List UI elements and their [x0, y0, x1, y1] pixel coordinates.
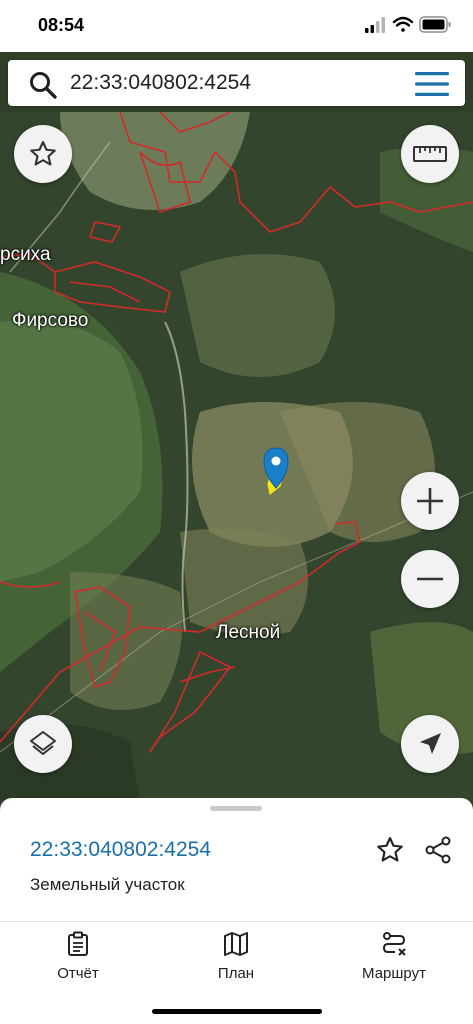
star-icon — [377, 837, 403, 862]
map-plan-icon — [224, 932, 248, 956]
tab-plan[interactable]: План — [176, 931, 296, 991]
tab-report-label: Отчёт — [57, 965, 99, 982]
hamburger-menu-icon[interactable] — [415, 71, 449, 97]
tab-report[interactable]: Отчёт — [18, 931, 138, 991]
navigation-arrow-icon — [420, 733, 441, 754]
battery-icon — [419, 16, 451, 33]
search-icon[interactable] — [28, 70, 58, 100]
favorite-button[interactable] — [14, 125, 72, 183]
route-icon — [382, 932, 406, 956]
sheet-drag-handle[interactable] — [210, 806, 262, 811]
report-clipboard-icon — [68, 931, 88, 956]
wifi-icon — [392, 16, 414, 32]
star-icon — [30, 141, 56, 166]
ruler-button[interactable] — [401, 125, 459, 183]
parcel-type: Земельный участок — [30, 875, 185, 894]
home-indicator[interactable] — [152, 1009, 322, 1014]
status-bar: 08:54 — [0, 0, 473, 52]
search-input[interactable] — [70, 68, 390, 98]
search-bar — [8, 60, 465, 106]
status-time: 08:54 — [38, 15, 85, 35]
favorite-parcel-button[interactable] — [370, 830, 410, 870]
my-location-button[interactable] — [401, 715, 459, 773]
plus-icon — [417, 488, 443, 514]
layers-button[interactable] — [14, 715, 72, 773]
parcel-bottom-sheet: 22:33:040802:4254 Земельный участок Отчё… — [0, 798, 473, 1024]
layers-icon — [30, 731, 56, 755]
share-icon — [425, 836, 451, 864]
cellular-signal-icon — [365, 17, 385, 33]
map-label-village: рсиха — [0, 244, 51, 265]
satellite-map[interactable]: рсиха Фирсово Лесной — [0, 112, 473, 802]
map-label-lesnoy: Лесной — [216, 622, 281, 643]
share-button[interactable] — [418, 830, 458, 870]
zoom-in-button[interactable] — [401, 472, 459, 530]
zoom-out-button[interactable] — [401, 550, 459, 608]
tab-plan-label: План — [217, 965, 255, 982]
map-label-firsovo: Фирсово — [12, 310, 89, 331]
tab-route[interactable]: Маршрут — [334, 931, 454, 991]
sheet-divider — [0, 921, 473, 922]
minus-icon — [417, 577, 443, 581]
parcel-id: 22:33:040802:4254 — [30, 838, 212, 861]
ruler-icon — [413, 146, 447, 162]
map-canvas[interactable] — [0, 112, 473, 802]
status-icons — [365, 16, 451, 33]
tab-route-label: Маршрут — [362, 965, 426, 982]
